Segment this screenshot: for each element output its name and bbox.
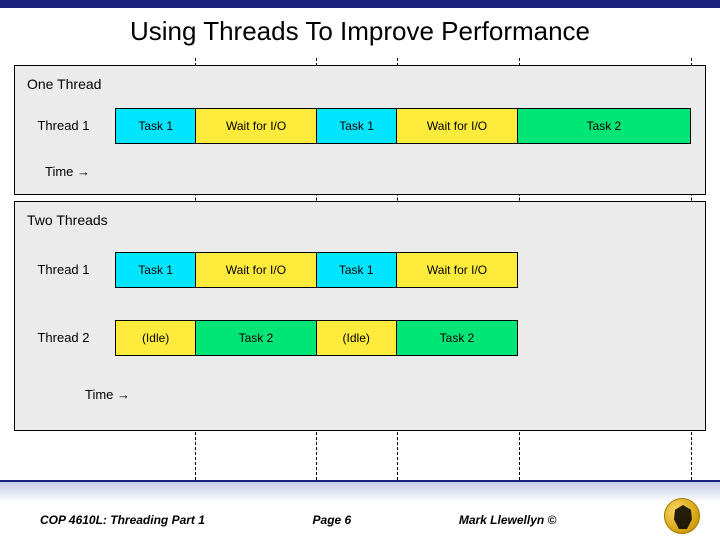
slide-title: Using Threads To Improve Performance	[0, 8, 720, 59]
top-accent-bar	[0, 0, 720, 8]
timeline-cell: Task 1	[317, 109, 397, 143]
timeline-cell: Wait for I/O	[196, 109, 317, 143]
ucf-logo-icon	[664, 498, 700, 534]
timeline-row-one: Task 1Wait for I/OTask 1Wait for I/OTask…	[115, 108, 691, 144]
section-heading-one: One Thread	[15, 66, 705, 92]
timeline-cell: Task 2	[518, 109, 690, 143]
panel-one-thread: One Thread Thread 1 Task 1Wait for I/OTa…	[14, 65, 706, 195]
timeline-cell: Task 2	[196, 321, 316, 355]
timeline-cell: Wait for I/O	[397, 253, 517, 287]
time-label-one: Time →	[45, 164, 90, 179]
timeline-cell: (Idle)	[116, 321, 196, 355]
timeline-cell: Task 1	[317, 253, 397, 287]
panel-two-threads: Two Threads Thread 1 Task 1Wait for I/OT…	[14, 201, 706, 431]
timeline-cell: Task 2	[397, 321, 517, 355]
footer-author: Mark Llewellyn ©	[459, 513, 557, 527]
timeline-row-two-b: (Idle)Task 2(Idle)Task 2	[115, 320, 518, 356]
two-thread2-label: Thread 2	[21, 330, 106, 345]
two-thread1-label: Thread 1	[21, 262, 106, 277]
timeline-cell: Task 1	[116, 253, 196, 287]
footer-gradient	[0, 482, 720, 502]
timeline-cell: Wait for I/O	[397, 109, 518, 143]
timeline-cell: Task 1	[116, 109, 196, 143]
thread1-label: Thread 1	[21, 118, 106, 133]
slide-footer: COP 4610L: Threading Part 1 Page 6 Mark …	[0, 480, 720, 540]
section-heading-two: Two Threads	[15, 202, 705, 228]
footer-page: Page 6	[313, 513, 352, 527]
time-label-two: Time →	[85, 387, 130, 402]
timeline-row-two-a: Task 1Wait for I/OTask 1Wait for I/O	[115, 252, 518, 288]
timeline-cell: (Idle)	[317, 321, 397, 355]
footer-course: COP 4610L: Threading Part 1	[40, 513, 205, 527]
timeline-cell: Wait for I/O	[196, 253, 316, 287]
